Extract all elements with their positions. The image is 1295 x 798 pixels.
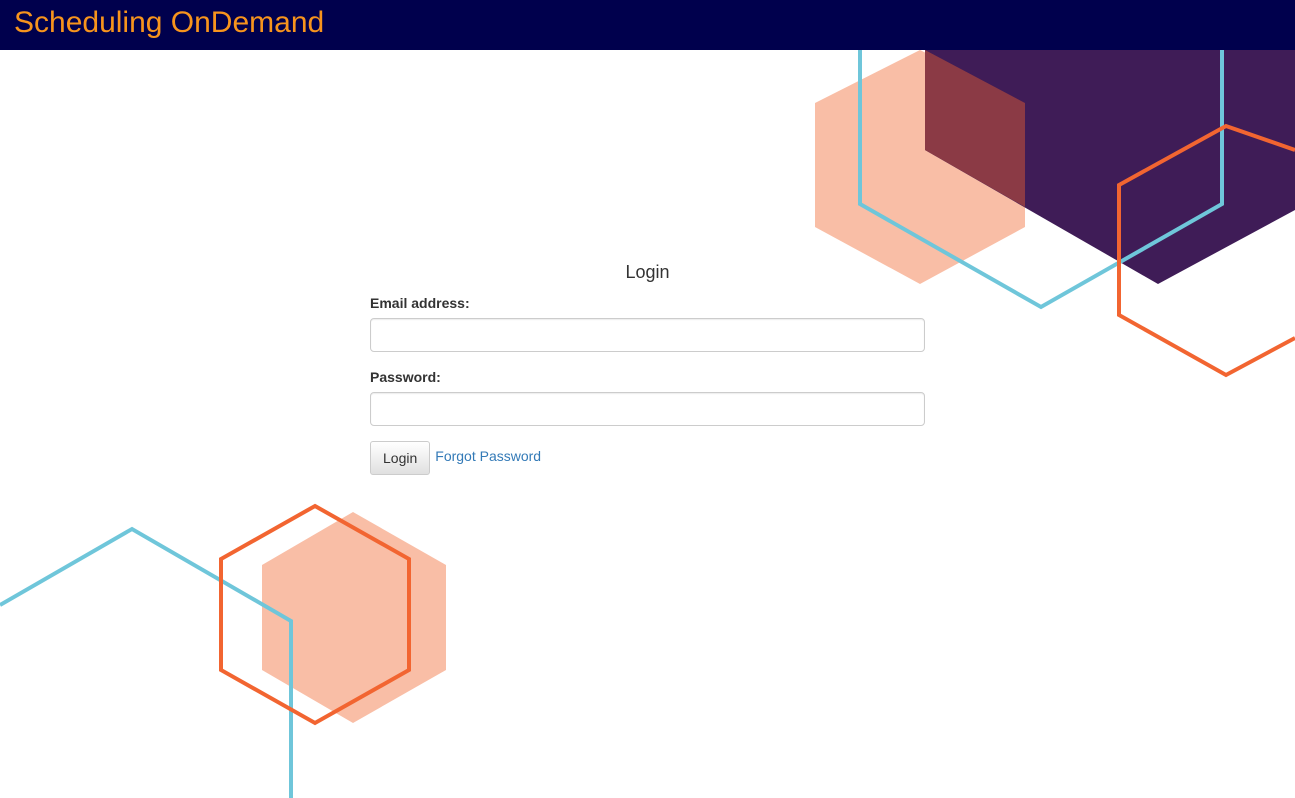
password-input[interactable] (370, 392, 925, 426)
form-actions: Login Forgot Password (370, 441, 925, 475)
email-field-group: Email address: (370, 295, 925, 352)
password-field-group: Password: (370, 369, 925, 426)
login-form: Login Email address: Password: Login For… (370, 260, 925, 475)
email-label: Email address: (370, 295, 470, 311)
login-title: Login (625, 262, 670, 282)
blue-outline-hexagon-bottom (0, 526, 293, 798)
login-button[interactable]: Login (370, 441, 431, 475)
forgot-password-link[interactable]: Forgot Password (435, 448, 541, 464)
top-navbar: Scheduling OnDemand (0, 0, 1295, 50)
email-input[interactable] (370, 318, 925, 352)
brand-link[interactable]: Scheduling OnDemand (14, 6, 324, 40)
password-label: Password: (370, 369, 441, 385)
